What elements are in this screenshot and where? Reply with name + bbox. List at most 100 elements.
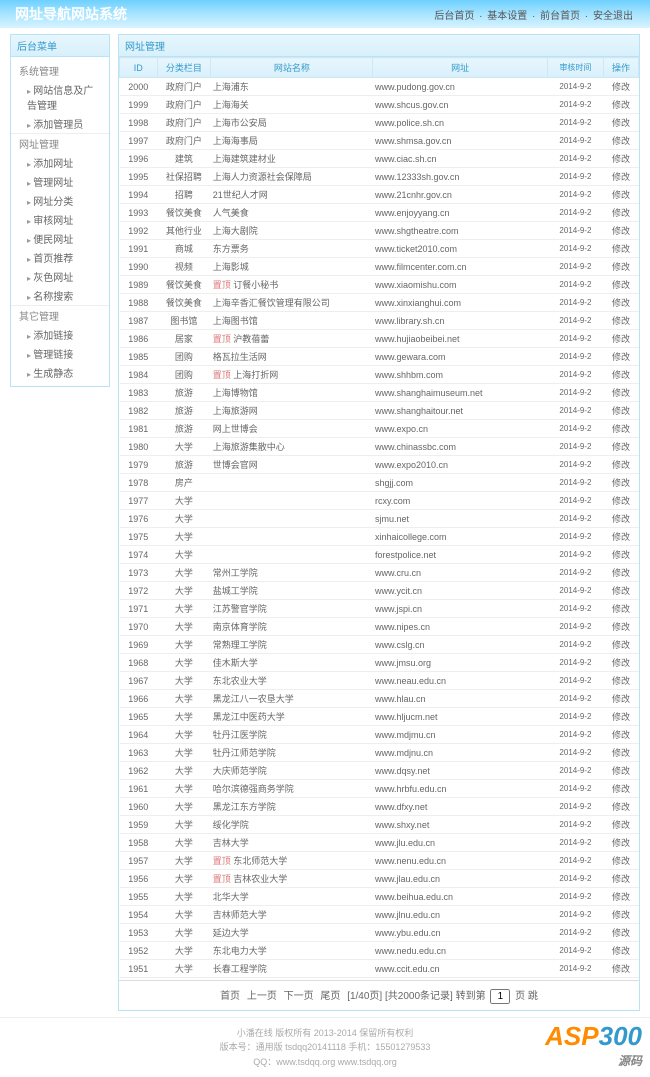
cell-url[interactable]: www.ybu.edu.cn <box>373 924 547 942</box>
cell-op[interactable]: 修改 <box>604 582 639 600</box>
cell-url[interactable]: www.filmcenter.com.cn <box>373 258 547 276</box>
cell-op[interactable]: 修改 <box>604 330 639 348</box>
cell-op[interactable]: 修改 <box>604 204 639 222</box>
cell-op[interactable]: 修改 <box>604 78 639 96</box>
cell-op[interactable]: 修改 <box>604 222 639 240</box>
cell-op[interactable]: 修改 <box>604 312 639 330</box>
cell-op[interactable]: 修改 <box>604 402 639 420</box>
menu-item[interactable]: 生成静态 <box>11 363 109 382</box>
menu-item[interactable]: 灰色网址 <box>11 267 109 286</box>
cell-op[interactable]: 修改 <box>604 240 639 258</box>
cell-op[interactable]: 修改 <box>604 708 639 726</box>
cell-op[interactable]: 修改 <box>604 492 639 510</box>
menu-item[interactable]: 管理网址 <box>11 172 109 191</box>
cell-op[interactable]: 修改 <box>604 780 639 798</box>
cell-op[interactable]: 修改 <box>604 546 639 564</box>
nav-link[interactable]: 前台首页 <box>540 11 580 22</box>
cell-op[interactable]: 修改 <box>604 114 639 132</box>
cell-op[interactable]: 修改 <box>604 690 639 708</box>
cell-url[interactable]: www.shxy.net <box>373 816 547 834</box>
menu-item[interactable]: 审核网址 <box>11 210 109 229</box>
cell-op[interactable]: 修改 <box>604 168 639 186</box>
cell-op[interactable]: 修改 <box>604 510 639 528</box>
cell-url[interactable]: www.dfxy.net <box>373 798 547 816</box>
cell-url[interactable]: www.neau.edu.cn <box>373 672 547 690</box>
cell-url[interactable]: www.jlau.edu.cn <box>373 870 547 888</box>
pager-last[interactable]: 尾页 <box>320 991 340 1002</box>
cell-op[interactable]: 修改 <box>604 564 639 582</box>
cell-url[interactable]: www.beihua.edu.cn <box>373 888 547 906</box>
cell-url[interactable]: xinhaicollege.com <box>373 528 547 546</box>
cell-op[interactable]: 修改 <box>604 384 639 402</box>
cell-url[interactable]: www.police.sh.cn <box>373 114 547 132</box>
cell-url[interactable]: www.ciac.sh.cn <box>373 150 547 168</box>
cell-url[interactable]: www.hlau.cn <box>373 690 547 708</box>
cell-op[interactable]: 修改 <box>604 726 639 744</box>
cell-url[interactable]: www.shgtheatre.com <box>373 222 547 240</box>
cell-url[interactable]: www.cru.cn <box>373 564 547 582</box>
cell-op[interactable]: 修改 <box>604 366 639 384</box>
menu-item[interactable]: 添加网址 <box>11 153 109 172</box>
cell-op[interactable]: 修改 <box>604 348 639 366</box>
cell-op[interactable]: 修改 <box>604 456 639 474</box>
cell-op[interactable]: 修改 <box>604 870 639 888</box>
menu-item[interactable]: 管理链接 <box>11 344 109 363</box>
cell-op[interactable]: 修改 <box>604 186 639 204</box>
cell-url[interactable]: www.nedu.edu.cn <box>373 942 547 960</box>
cell-url[interactable]: www.ticket2010.com <box>373 240 547 258</box>
menu-item[interactable]: 添加链接 <box>11 325 109 344</box>
cell-url[interactable]: shgjj.com <box>373 474 547 492</box>
nav-link[interactable]: 后台首页 <box>434 11 474 22</box>
cell-op[interactable]: 修改 <box>604 294 639 312</box>
cell-url[interactable]: www.jspi.cn <box>373 600 547 618</box>
nav-link[interactable]: 基本设置 <box>487 11 527 22</box>
cell-op[interactable]: 修改 <box>604 888 639 906</box>
cell-op[interactable]: 修改 <box>604 816 639 834</box>
cell-url[interactable]: www.shanghaitour.net <box>373 402 547 420</box>
cell-url[interactable]: www.nipes.cn <box>373 618 547 636</box>
cell-op[interactable]: 修改 <box>604 420 639 438</box>
cell-url[interactable]: www.ycit.cn <box>373 582 547 600</box>
cell-op[interactable]: 修改 <box>604 942 639 960</box>
cell-url[interactable]: www.jlnu.edu.cn <box>373 906 547 924</box>
cell-url[interactable]: www.12333sh.gov.cn <box>373 168 547 186</box>
cell-url[interactable]: www.library.sh.cn <box>373 312 547 330</box>
cell-op[interactable]: 修改 <box>604 906 639 924</box>
cell-url[interactable]: www.enjoyyang.cn <box>373 204 547 222</box>
cell-url[interactable]: www.nenu.edu.cn <box>373 852 547 870</box>
cell-url[interactable]: www.mdjnu.cn <box>373 744 547 762</box>
cell-op[interactable]: 修改 <box>604 924 639 942</box>
menu-item[interactable]: 首页推荐 <box>11 248 109 267</box>
menu-item[interactable]: 添加管理员 <box>11 114 109 133</box>
pager-next[interactable]: 下一页 <box>284 991 314 1002</box>
cell-url[interactable]: www.xiaomishu.com <box>373 276 547 294</box>
cell-url[interactable]: www.ccit.edu.cn <box>373 960 547 978</box>
cell-url[interactable]: www.gewara.com <box>373 348 547 366</box>
cell-op[interactable]: 修改 <box>604 834 639 852</box>
cell-op[interactable]: 修改 <box>604 744 639 762</box>
cell-op[interactable]: 修改 <box>604 960 639 978</box>
cell-url[interactable]: www.hujiaobeibei.net <box>373 330 547 348</box>
cell-url[interactable]: www.21cnhr.gov.cn <box>373 186 547 204</box>
pager-input[interactable] <box>490 989 510 1004</box>
cell-op[interactable]: 修改 <box>604 528 639 546</box>
cell-url[interactable]: sjmu.net <box>373 510 547 528</box>
cell-op[interactable]: 修改 <box>604 258 639 276</box>
cell-op[interactable]: 修改 <box>604 150 639 168</box>
cell-url[interactable]: www.xinxianghui.com <box>373 294 547 312</box>
cell-op[interactable]: 修改 <box>604 600 639 618</box>
cell-op[interactable]: 修改 <box>604 474 639 492</box>
cell-url[interactable]: forestpolice.net <box>373 546 547 564</box>
cell-url[interactable]: www.shhbm.com <box>373 366 547 384</box>
cell-url[interactable]: www.shmsa.gov.cn <box>373 132 547 150</box>
cell-op[interactable]: 修改 <box>604 672 639 690</box>
cell-url[interactable]: www.jmsu.org <box>373 654 547 672</box>
cell-url[interactable]: www.jlu.edu.cn <box>373 834 547 852</box>
cell-url[interactable]: www.mdjmu.cn <box>373 726 547 744</box>
menu-item[interactable]: 网址分类 <box>11 191 109 210</box>
cell-op[interactable]: 修改 <box>604 636 639 654</box>
cell-op[interactable]: 修改 <box>604 654 639 672</box>
cell-op[interactable]: 修改 <box>604 438 639 456</box>
pager-prev[interactable]: 上一页 <box>247 991 277 1002</box>
cell-url[interactable]: www.dqsy.net <box>373 762 547 780</box>
